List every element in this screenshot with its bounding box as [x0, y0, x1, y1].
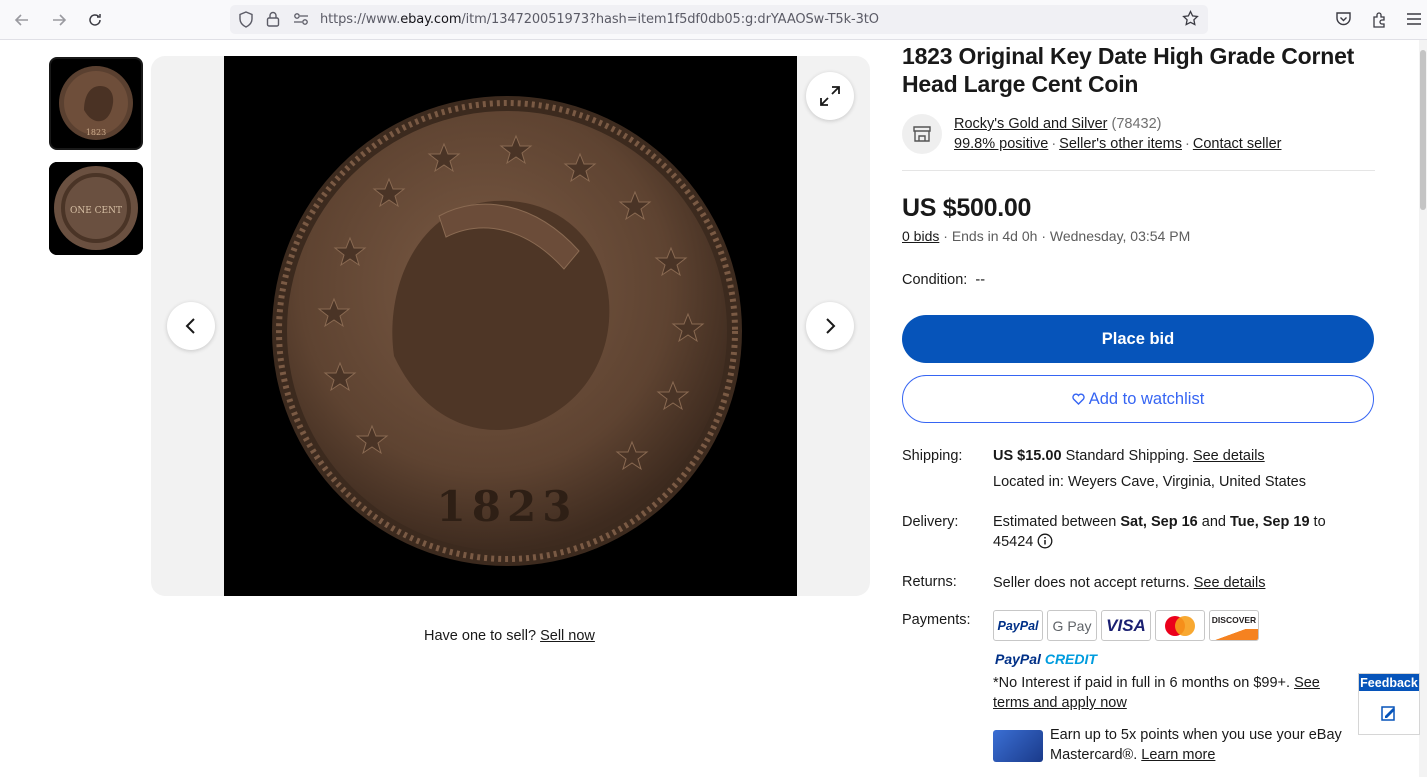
url-path: /itm/134720051973?hash=item1f5df0db05:g:… — [461, 12, 879, 27]
delivery-zip[interactable]: 45424 — [993, 534, 1033, 550]
bids-link[interactable]: 0 bids — [902, 228, 939, 244]
contact-seller-link[interactable]: Contact seller — [1193, 136, 1282, 152]
tracking-protection-icon[interactable] — [238, 11, 254, 33]
time-left: Ends in 4d 0h — [951, 228, 1038, 244]
shipping-cost: US $15.00 — [993, 448, 1062, 464]
url-domain: ebay.com — [400, 12, 462, 27]
condition-label: Condition: — [902, 272, 968, 288]
payments-label: Payments: — [902, 612, 971, 628]
sell-now-link[interactable]: Sell now — [540, 628, 595, 644]
url-text: https://www.ebay.com/itm/134720051973?ha… — [320, 12, 879, 27]
coin-reverse-thumb-image: ONE CENT — [49, 162, 143, 255]
delivery-start: Sat, Sep 16 — [1120, 514, 1198, 530]
thumbnail-reverse[interactable]: ONE CENT — [49, 162, 143, 255]
next-image-button[interactable] — [806, 302, 854, 350]
seller-name-row: Rocky's Gold and Silver (78432) — [954, 116, 1161, 132]
watchlist-label: Add to watchlist — [1088, 389, 1205, 408]
shipping-label: Shipping: — [902, 448, 963, 464]
paypal-credit-logo: PayPal CREDIT — [995, 651, 1097, 667]
heart-icon — [1072, 393, 1085, 405]
bookmark-star-icon[interactable] — [1182, 9, 1199, 32]
sell-prompt: Have one to sell? Sell now — [424, 628, 595, 644]
prev-image-button[interactable] — [167, 302, 215, 350]
shipping-value: US $15.00 Standard Shipping. See details — [993, 446, 1265, 466]
delivery-post: to — [1313, 514, 1326, 530]
delivery-end: Tue, Sep 19 — [1230, 514, 1310, 530]
browser-toolbar: https://www.ebay.com/itm/134720051973?ha… — [0, 0, 1427, 40]
mastercard-logo — [1155, 610, 1205, 641]
url-prefix: https://www. — [320, 12, 401, 27]
payment-logos: PayPal G Pay VISA DISCOVER — [993, 610, 1259, 641]
separator-dot: · — [1041, 228, 1050, 244]
returns-details-link[interactable]: See details — [1194, 575, 1266, 591]
menu-icon[interactable] — [1403, 8, 1425, 30]
returns-text: Seller does not accept returns. — [993, 575, 1190, 591]
delivery-mid: and — [1201, 514, 1226, 530]
card-offer: Earn up to 5x points when you use your e… — [1050, 725, 1360, 765]
chevron-left-icon — [185, 318, 195, 334]
sell-prompt-text: Have one to sell? — [424, 628, 537, 644]
reload-icon[interactable] — [83, 8, 107, 32]
seller-name-link[interactable]: Rocky's Gold and Silver — [954, 116, 1107, 132]
expand-icon[interactable] — [806, 72, 854, 120]
reverse-text: ONE CENT — [70, 206, 122, 216]
separator-dot: · — [1185, 136, 1190, 152]
lock-icon[interactable] — [266, 11, 280, 32]
separator-dot: · — [1051, 136, 1057, 152]
delivery-estimate: Estimated between Sat, Sep 16 and Tue, S… — [993, 512, 1326, 532]
thumbnail-obverse[interactable]: 1823 — [49, 57, 143, 150]
shipping-details-link[interactable]: See details — [1193, 448, 1265, 464]
scrollbar-thumb[interactable] — [1420, 50, 1426, 210]
feedback-label: Feedback — [1359, 674, 1419, 691]
end-time: Wednesday, 03:54 PM — [1049, 228, 1191, 244]
seller-feedback-count: (78432) — [1111, 116, 1162, 132]
item-title: 1823 Original Key Date High Grade Cornet… — [902, 43, 1355, 97]
place-bid-button[interactable]: Place bid — [902, 315, 1374, 363]
separator-dot: · — [943, 228, 952, 244]
feedback-icon — [1359, 691, 1419, 735]
back-arrow-icon[interactable] — [10, 8, 34, 32]
seller-positive-link[interactable]: 99.8% positive — [954, 136, 1048, 152]
item-price: US $500.00 — [902, 194, 1032, 222]
page-scrollbar[interactable] — [1419, 40, 1427, 777]
visa-logo: VISA — [1101, 610, 1151, 641]
add-to-watchlist-button[interactable]: Add to watchlist — [902, 375, 1374, 423]
divider — [902, 170, 1375, 171]
address-bar[interactable]: https://www.ebay.com/itm/134720051973?ha… — [230, 5, 1208, 34]
shipping-method: Standard Shipping. — [1065, 448, 1189, 464]
permissions-icon[interactable] — [293, 12, 309, 31]
returns-label: Returns: — [902, 574, 957, 590]
coin-obverse-image: 1823 — [224, 56, 797, 596]
paypal-logo: PayPal — [993, 610, 1043, 641]
credit-offer: *No Interest if paid in full in 6 months… — [993, 673, 1353, 713]
returns-value: Seller does not accept returns. See deta… — [993, 573, 1265, 593]
chevron-right-icon — [826, 318, 836, 334]
coin-obverse-thumb-image: 1823 — [54, 62, 138, 145]
delivery-label: Delivery: — [902, 514, 959, 530]
delivery-zip-row: 45424 — [993, 532, 1053, 552]
forward-arrow-icon[interactable] — [47, 8, 71, 32]
condition-value: -- — [975, 272, 986, 288]
google-pay-logo: G Pay — [1047, 610, 1097, 641]
store-icon[interactable] — [902, 114, 942, 154]
extensions-icon[interactable] — [1368, 8, 1390, 30]
item-location: Located in: Weyers Cave, Virginia, Unite… — [993, 474, 1306, 490]
discover-logo: DISCOVER — [1209, 610, 1259, 641]
coin-year-text: 1823 — [437, 482, 578, 531]
thumb-year-text: 1823 — [86, 128, 106, 137]
feedback-button[interactable]: Feedback — [1358, 673, 1420, 735]
seller-links-row: 99.8% positive · Seller's other items · Cont… — [954, 136, 1282, 152]
credit-text: *No Interest if paid in full in 6 months… — [993, 675, 1291, 691]
learn-more-link[interactable]: Learn more — [1141, 747, 1215, 763]
ebay-mastercard-image — [993, 730, 1043, 762]
main-product-image[interactable]: 1823 — [224, 56, 797, 596]
seller-other-items-link[interactable]: Seller's other items — [1059, 136, 1182, 152]
info-icon[interactable] — [1037, 533, 1053, 549]
condition-row: Condition: -- — [902, 272, 985, 288]
pocket-icon[interactable] — [1332, 8, 1354, 30]
delivery-pre: Estimated between — [993, 514, 1117, 530]
bids-line: 0 bids · Ends in 4d 0h · Wednesday, 03:5… — [902, 228, 1190, 244]
